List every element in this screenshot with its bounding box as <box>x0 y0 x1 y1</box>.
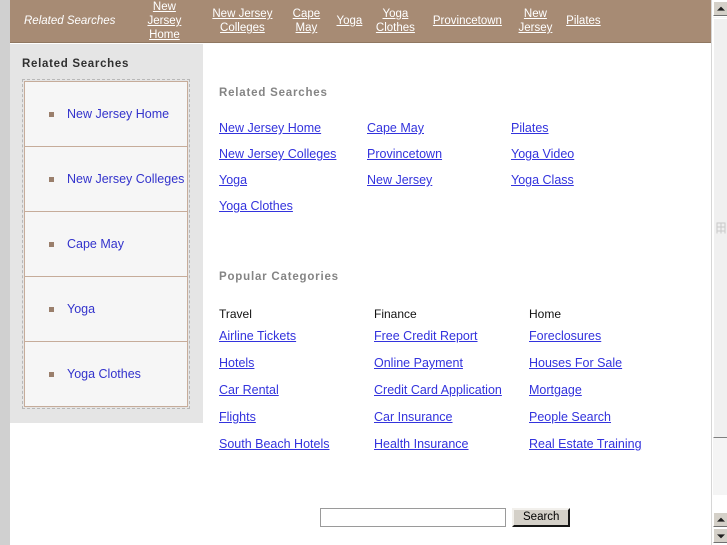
topbar-link-label[interactable]: New Jersey <box>511 7 559 35</box>
arrow-up-icon <box>716 517 725 522</box>
related-search-link[interactable]: New Jersey Home <box>219 121 321 136</box>
topbar-link-provincetown[interactable]: Provincetown <box>421 14 513 28</box>
category-link[interactable]: Car Insurance <box>374 410 453 425</box>
category-link[interactable]: Free Credit Report <box>374 329 478 344</box>
sidebar-item-list: New Jersey Home New Jersey Colleges Cape… <box>22 79 190 409</box>
bullet-icon <box>49 371 54 377</box>
bullet-icon <box>49 306 54 312</box>
arrow-down-icon <box>716 533 725 538</box>
category-link[interactable]: Car Rental <box>219 383 279 398</box>
bullet-icon <box>49 241 54 247</box>
related-search-link[interactable]: Pilates <box>511 121 549 136</box>
scroll-down-button[interactable] <box>713 528 727 543</box>
category-link[interactable]: Hotels <box>219 356 254 371</box>
category-link[interactable]: Flights <box>219 410 256 425</box>
sidebar-item-yoga-clothes[interactable]: Yoga Clothes <box>24 341 188 407</box>
category-link[interactable]: Houses For Sale <box>529 356 622 371</box>
sidebar-item-new-jersey-home[interactable]: New Jersey Home <box>24 81 188 147</box>
sidebar-item-yoga[interactable]: Yoga <box>24 276 188 342</box>
category-link[interactable]: Credit Card Application <box>374 383 502 398</box>
sidebar-heading: Related Searches <box>22 58 130 70</box>
page-frame: Related Searches New Jersey Home New Jer… <box>0 0 727 545</box>
related-search-link[interactable]: Yoga Class <box>511 173 574 188</box>
sidebar-item-label: New Jersey Colleges <box>67 171 185 186</box>
category-link[interactable]: Foreclosures <box>529 329 601 344</box>
topbar-link-new-jersey-home[interactable]: New Jersey Home <box>127 0 201 42</box>
topbar-link-cape-may[interactable]: Cape May <box>283 7 329 35</box>
related-search-link[interactable]: Cape May <box>367 121 424 136</box>
popular-categories-grid: Travel Airline Tickets Hotels Car Rental… <box>203 283 711 452</box>
category-link[interactable]: Online Payment <box>374 356 463 371</box>
topbar-link-new-jersey[interactable]: New Jersey <box>513 7 557 35</box>
sidebar-item-label: Yoga <box>67 301 96 316</box>
search-button[interactable]: Search <box>512 508 571 527</box>
topbar-link-label[interactable]: New Jersey Home <box>127 0 201 42</box>
popular-categories-heading: Popular Categories <box>219 271 339 283</box>
category-link[interactable]: Airline Tickets <box>219 329 296 344</box>
category-column-home: Home Foreclosures Houses For Sale Mortga… <box>529 307 711 452</box>
bullet-icon <box>49 176 54 182</box>
category-link[interactable]: Mortgage <box>529 383 582 398</box>
topbar-label: Related Searches <box>24 14 116 27</box>
sidebar-item-label: New Jersey Home <box>67 106 170 121</box>
main-content: Related Searches New Jersey Home Cape Ma… <box>203 44 711 452</box>
category-link[interactable]: People Search <box>529 410 611 425</box>
related-searches-link-grid: New Jersey Home Cape May Pilates New Jer… <box>203 99 711 214</box>
sidebar-item-new-jersey-colleges[interactable]: New Jersey Colleges <box>24 146 188 212</box>
left-gutter <box>0 0 10 545</box>
topbar-link-new-jersey-colleges[interactable]: New Jersey Colleges <box>201 7 283 35</box>
related-search-link[interactable]: Yoga Video <box>511 147 574 162</box>
topbar-link-label[interactable]: Yoga <box>330 14 370 28</box>
search-form: Search <box>320 508 571 527</box>
related-search-link[interactable]: New Jersey Colleges <box>219 147 336 162</box>
sidebar-item-cape-may[interactable]: Cape May <box>24 211 188 277</box>
category-column-travel: Travel Airline Tickets Hotels Car Rental… <box>219 307 374 452</box>
related-searches-heading: Related Searches <box>219 87 328 99</box>
sidebar: Related Searches New Jersey Home New Jer… <box>10 44 203 423</box>
category-link[interactable]: Real Estate Training <box>529 437 642 452</box>
topbar-link-label[interactable]: Yoga Clothes <box>369 7 422 35</box>
related-search-link[interactable]: Yoga <box>219 173 247 188</box>
category-title: Home <box>529 307 562 321</box>
category-title: Travel <box>219 307 252 321</box>
topbar-link-label[interactable]: New Jersey Colleges <box>201 7 283 35</box>
top-navigation-bar: Related Searches New Jersey Home New Jer… <box>10 0 711 43</box>
grip-icon <box>716 222 725 234</box>
related-search-link[interactable]: New Jersey <box>367 173 432 188</box>
topbar-link-label[interactable]: Provincetown <box>426 14 509 28</box>
scroll-up-button-bottom[interactable] <box>713 512 727 527</box>
category-link[interactable]: Health Insurance <box>374 437 469 452</box>
category-link[interactable]: South Beach Hotels <box>219 437 330 452</box>
sidebar-item-label: Cape May <box>67 236 124 251</box>
category-column-finance: Finance Free Credit Report Online Paymen… <box>374 307 529 452</box>
content-area: Related Searches New Jersey Home New Jer… <box>10 0 711 545</box>
arrow-up-icon <box>716 6 725 11</box>
scrollbar-thumb[interactable] <box>713 18 727 438</box>
topbar-link-label[interactable]: Cape May <box>283 7 329 35</box>
category-title: Finance <box>374 307 417 321</box>
sidebar-item-label: Yoga Clothes <box>67 366 141 381</box>
scroll-up-button[interactable] <box>713 1 727 16</box>
topbar-link-yoga-clothes[interactable]: Yoga Clothes <box>369 7 421 35</box>
topbar-link-pilates[interactable]: Pilates <box>557 14 609 28</box>
topbar-link-label[interactable]: Pilates <box>559 14 608 28</box>
search-input[interactable] <box>320 508 506 527</box>
bullet-icon <box>49 111 54 117</box>
related-search-link[interactable]: Yoga Clothes <box>219 199 293 214</box>
related-search-link[interactable]: Provincetown <box>367 147 442 162</box>
vertical-scrollbar[interactable] <box>711 0 727 545</box>
topbar-link-yoga[interactable]: Yoga <box>329 14 369 28</box>
